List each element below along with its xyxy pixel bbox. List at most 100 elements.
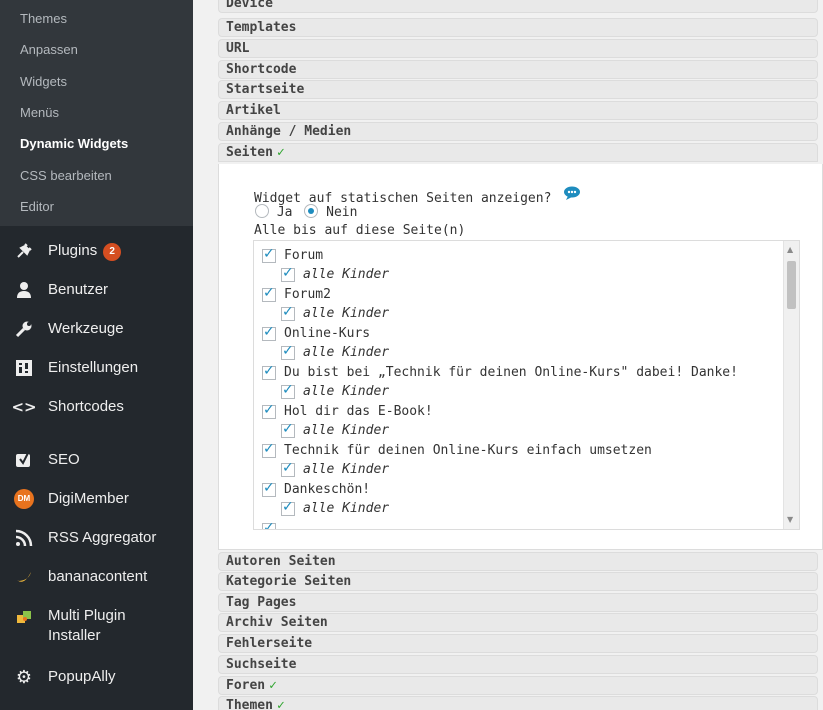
menu-label-rss-aggregator: RSS Aggregator [48, 529, 157, 546]
section-header-fehlerseite[interactable]: Fehlerseite [218, 634, 818, 653]
scroll-thumb[interactable] [787, 261, 796, 309]
section-header-shortcode[interactable]: Shortcode [218, 60, 818, 79]
submenu-item-themes[interactable]: Themes [20, 11, 67, 26]
section-header-themen[interactable]: Themen ✓ [218, 696, 818, 710]
menu-label-benutzer: Benutzer [48, 281, 109, 298]
list-item-partial[interactable] [262, 520, 276, 529]
radio-nein[interactable] [304, 204, 319, 218]
menu-item-multi-plugin-installer[interactable]: Multi Plugin Installer [0, 604, 193, 648]
menu-item-seo[interactable]: SEO [0, 442, 193, 478]
scroll-down-icon[interactable]: ▼ [787, 515, 793, 525]
list-item[interactable]: Technik für deinen Online-Kurs einfach u… [262, 441, 652, 460]
list-item[interactable]: alle Kinder [281, 499, 389, 518]
list-item[interactable]: Hol dir das E-Book! [262, 402, 433, 421]
list-item[interactable]: Du bist bei „Technik für deinen Online-K… [262, 363, 738, 382]
submenu-item-widgets[interactable]: Widgets [20, 74, 67, 89]
section-header-autoren-seiten[interactable]: Autoren Seiten [218, 552, 818, 571]
seo-icon [14, 450, 34, 470]
submenu-item-css-bearbeiten[interactable]: CSS bearbeiten [20, 168, 112, 183]
submenu-item-editor[interactable]: Editor [20, 199, 54, 214]
section-header-templates[interactable]: Templates [218, 18, 818, 37]
section-header-seiten[interactable]: Seiten ✓ [218, 143, 818, 162]
children-checkbox[interactable] [281, 265, 295, 282]
page-checkbox[interactable] [262, 402, 276, 419]
menu-item-digimember[interactable]: DM DigiMember [0, 481, 193, 517]
help-bubble-icon[interactable] [563, 186, 581, 204]
list-item[interactable]: alle Kinder [281, 421, 389, 440]
page-checkbox[interactable] [262, 363, 276, 380]
wrench-icon [14, 319, 34, 339]
page-checkbox[interactable] [262, 480, 276, 497]
admin-sidebar: Themes Anpassen Widgets Menüs Dynamic Wi… [0, 0, 193, 710]
list-item[interactable]: alle Kinder [281, 304, 389, 323]
menu-item-rss-aggregator[interactable]: RSS Aggregator [0, 520, 193, 556]
digimember-icon-text: DM [14, 489, 34, 509]
page-checkbox[interactable] [262, 285, 276, 302]
static-pages-question: Widget auf statischen Seiten anzeigen? [254, 186, 581, 206]
page-checkbox[interactable] [262, 441, 276, 458]
list-item[interactable]: Online-Kurs [262, 324, 370, 343]
list-item[interactable]: alle Kinder [281, 460, 389, 479]
children-checkbox[interactable] [281, 304, 295, 321]
scroll-up-icon[interactable]: ▲ [787, 245, 793, 255]
list-item[interactable]: Forum2 [262, 285, 331, 304]
submenu-item-menus[interactable]: Menüs [20, 105, 59, 120]
submenu-item-dynamic-widgets[interactable]: Dynamic Widgets [20, 136, 128, 151]
list-item[interactable]: alle Kinder [281, 265, 389, 284]
radio-label-nein: Nein [326, 205, 358, 220]
section-header-archiv-seiten[interactable]: Archiv Seiten [218, 613, 818, 632]
section-header-kategorie-seiten[interactable]: Kategorie Seiten [218, 572, 818, 591]
list-item[interactable]: alle Kinder [281, 343, 389, 362]
list-item[interactable]: alle Kinder [281, 382, 389, 401]
checkmark-icon: ✓ [276, 698, 285, 710]
checkmark-icon: ✓ [276, 145, 285, 160]
submenu-item-anpassen[interactable]: Anpassen [20, 42, 78, 57]
menu-label-shortcodes: Shortcodes [48, 398, 124, 415]
menu-label-popupally: PopupAlly [48, 668, 116, 685]
radio-ja[interactable] [255, 204, 269, 218]
page-checkbox-list[interactable]: Forum alle Kinder Forum2 alle Kinder Onl… [253, 240, 800, 530]
section-header-suchseite[interactable]: Suchseite [218, 655, 818, 674]
menu-item-benutzer[interactable]: Benutzer [0, 272, 193, 308]
section-header-url[interactable]: URL [218, 39, 818, 58]
list-scrollbar[interactable]: ▲ ▼ [783, 241, 799, 529]
page-checkbox[interactable] [262, 246, 276, 263]
menu-item-popupally[interactable]: ⚙ PopupAlly [0, 659, 193, 695]
menu-item-shortcodes[interactable]: <> Shortcodes [0, 389, 193, 425]
children-checkbox[interactable] [281, 460, 295, 477]
puzzle-icon [14, 608, 34, 628]
settings-icon [14, 358, 34, 378]
user-icon [14, 280, 34, 300]
menu-label-bananacontent: bananacontent [48, 568, 148, 585]
children-checkbox[interactable] [281, 421, 295, 438]
section-header-artikel[interactable]: Artikel [218, 101, 818, 120]
children-checkbox[interactable] [281, 499, 295, 516]
checkmark-icon: ✓ [269, 678, 277, 693]
section-header-anhaenge-medien[interactable]: Anhänge / Medien [218, 122, 818, 141]
page-checkbox[interactable] [262, 324, 276, 341]
menu-label-plugins: Plugins [48, 242, 98, 259]
section-header-startseite[interactable]: Startseite [218, 80, 818, 99]
plugin-icon [14, 241, 34, 261]
menu-item-werkzeuge[interactable]: Werkzeuge [0, 311, 193, 347]
list-item[interactable]: Dankeschön! [262, 480, 370, 499]
appearance-submenu: Themes Anpassen Widgets Menüs Dynamic Wi… [0, 0, 193, 226]
children-checkbox[interactable] [281, 343, 295, 360]
menu-label-seo: SEO [48, 451, 80, 468]
except-pages-label: Alle bis auf diese Seite(n) [254, 223, 466, 238]
rss-icon [14, 528, 34, 548]
list-item[interactable]: Forum [262, 246, 323, 265]
children-checkbox[interactable] [281, 382, 295, 399]
page-checkbox[interactable] [262, 520, 276, 529]
gear-icon: ⚙ [15, 666, 33, 688]
section-header-device[interactable]: Device [218, 0, 818, 13]
code-icon: <> [11, 398, 37, 416]
banana-icon [14, 567, 34, 587]
section-header-tag-pages[interactable]: Tag Pages [218, 593, 818, 612]
menu-item-einstellungen[interactable]: Einstellungen [0, 350, 193, 386]
section-header-foren[interactable]: Foren ✓ [218, 676, 818, 695]
menu-item-bananacontent[interactable]: bananacontent [0, 559, 193, 595]
menu-label-digimember: DigiMember [48, 490, 129, 507]
seiten-panel: Widget auf statischen Seiten anzeigen? J… [218, 164, 823, 550]
menu-item-plugins[interactable]: Plugins 2 [0, 233, 193, 269]
